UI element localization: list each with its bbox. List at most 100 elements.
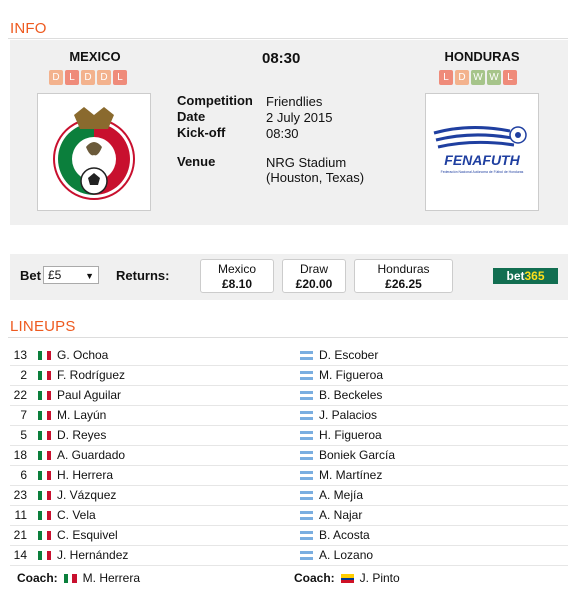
home-player-row: 2 F. Rodríguez: [0, 365, 125, 385]
mexico-flag-icon: [38, 350, 51, 360]
stake-value: £5: [48, 268, 62, 282]
home-player-row: 13 G. Ochoa: [0, 345, 109, 365]
honduras-flag-icon: [300, 390, 313, 400]
away-player-row: A. Najar: [300, 505, 362, 525]
away-coach-label: Coach:: [294, 571, 335, 585]
player-name: H. Herrera: [57, 468, 114, 482]
away-player-row: J. Palacios: [300, 405, 377, 425]
player-number: 23: [13, 488, 27, 502]
away-player-row: B. Acosta: [300, 525, 370, 545]
away-player-row: H. Figueroa: [300, 425, 382, 445]
stake-select[interactable]: £5 ▼: [43, 266, 99, 284]
row-divider: [10, 565, 568, 566]
player-name: Paul Aguilar: [57, 388, 122, 402]
player-name: C. Esquivel: [57, 528, 118, 542]
venue-value: NRG Stadium (Houston, Texas): [266, 155, 365, 185]
kickoff-value: 08:30: [266, 126, 299, 141]
home-form-badge: L: [65, 70, 79, 85]
mexico-flag-icon: [38, 470, 51, 480]
player-name: B. Beckeles: [319, 388, 383, 402]
player-number: 13: [13, 348, 27, 362]
divider: [8, 38, 568, 39]
player-name: G. Ochoa: [57, 348, 109, 362]
bet365-logo[interactable]: bet 365: [493, 268, 558, 284]
mexico-crest-icon: [53, 107, 135, 200]
player-name: A. Lozano: [319, 548, 374, 562]
date-value: 2 July 2015: [266, 110, 333, 125]
player-name: H. Figueroa: [319, 428, 382, 442]
player-number: 21: [13, 528, 27, 542]
odds-home-button[interactable]: Mexico £8.10: [200, 259, 274, 293]
home-form-badge: D: [49, 70, 63, 85]
home-coach-row: Coach: M. Herrera: [17, 568, 140, 588]
player-number: 18: [13, 448, 27, 462]
home-team-name: MEXICO: [69, 49, 121, 64]
odds-home-price: £8.10: [221, 277, 253, 291]
player-name: B. Acosta: [319, 528, 370, 542]
home-player-row: 7 M. Layún: [0, 405, 106, 425]
away-form-badge: L: [503, 70, 517, 85]
mexico-flag-icon: [38, 450, 51, 460]
player-name: A. Mejía: [319, 488, 364, 502]
home-form-badge: D: [97, 70, 111, 85]
competition-value: Friendlies: [266, 94, 323, 109]
odds-draw-button[interactable]: Draw £20.00: [282, 259, 346, 293]
mexico-flag-icon: [38, 430, 51, 440]
away-form-badge: L: [439, 70, 453, 85]
player-number: 7: [20, 408, 27, 422]
odds-draw-price: £20.00: [295, 277, 333, 291]
honduras-flag-icon: [300, 470, 313, 480]
honduras-flag-icon: [300, 430, 313, 440]
home-form-badge: L: [113, 70, 127, 85]
away-crest-subtext: Federación Nacional Autónoma de Fútbol d…: [441, 170, 524, 174]
mexico-flag-icon: [38, 550, 51, 560]
home-form-badge: D: [81, 70, 95, 85]
bet365-logo-part2: 365: [524, 269, 545, 283]
home-player-row: 5 D. Reyes: [0, 425, 106, 445]
away-form-badge: D: [455, 70, 469, 85]
home-coach-name: M. Herrera: [82, 571, 141, 585]
colombia-flag-icon: [340, 573, 354, 583]
away-coach-row: Coach: J. Pinto: [294, 568, 400, 588]
player-name: J. Palacios: [319, 408, 378, 422]
away-player-row: A. Mejía: [300, 485, 363, 505]
away-coach-name: J. Pinto: [359, 571, 400, 585]
player-name: M. Layún: [57, 408, 107, 422]
chevron-down-icon: ▼: [85, 271, 94, 281]
mexico-flag-icon: [38, 490, 51, 500]
mexico-flag-icon: [63, 573, 77, 583]
player-name: A. Najar: [319, 508, 363, 522]
player-name: J. Vázquez: [57, 488, 117, 502]
home-player-row: 22 Paul Aguilar: [0, 385, 121, 405]
odds-away-button[interactable]: Honduras £26.25: [354, 259, 453, 293]
home-player-row: 11 C. Vela: [0, 505, 96, 525]
away-team-name: HONDURAS: [444, 49, 520, 64]
honduras-flag-icon: [300, 490, 313, 500]
mexico-flag-icon: [38, 530, 51, 540]
honduras-crest-icon: FENAFUTH Federación Nacional Autónoma de…: [433, 125, 527, 174]
player-name: M. Figueroa: [319, 368, 384, 382]
away-player-row: B. Beckeles: [300, 385, 382, 405]
honduras-flag-icon: [300, 410, 313, 420]
away-crest-text: FENAFUTH: [444, 152, 520, 168]
home-team-crest: [37, 93, 151, 211]
player-number: 5: [20, 428, 27, 442]
player-number: 6: [20, 468, 27, 482]
divider: [8, 337, 568, 338]
honduras-flag-icon: [300, 550, 313, 560]
away-form-guide: LDWWL: [439, 70, 517, 85]
player-name: Boniek García: [319, 448, 396, 462]
odds-away-name: Honduras: [377, 262, 430, 276]
home-form-guide: DLDDL: [49, 70, 127, 85]
home-player-row: 6 H. Herrera: [0, 465, 113, 485]
kickoff-time: 08:30: [262, 50, 301, 67]
player-name: A. Guardado: [57, 448, 126, 462]
bet-label: Bet: [20, 268, 41, 283]
odds-draw-name: Draw: [299, 262, 328, 276]
away-player-row: M. Martínez: [300, 465, 382, 485]
honduras-flag-icon: [300, 450, 313, 460]
competition-label: Competition: [177, 93, 253, 108]
away-player-row: M. Figueroa: [300, 365, 383, 385]
honduras-flag-icon: [300, 350, 313, 360]
kickoff-label: Kick-off: [177, 125, 226, 140]
